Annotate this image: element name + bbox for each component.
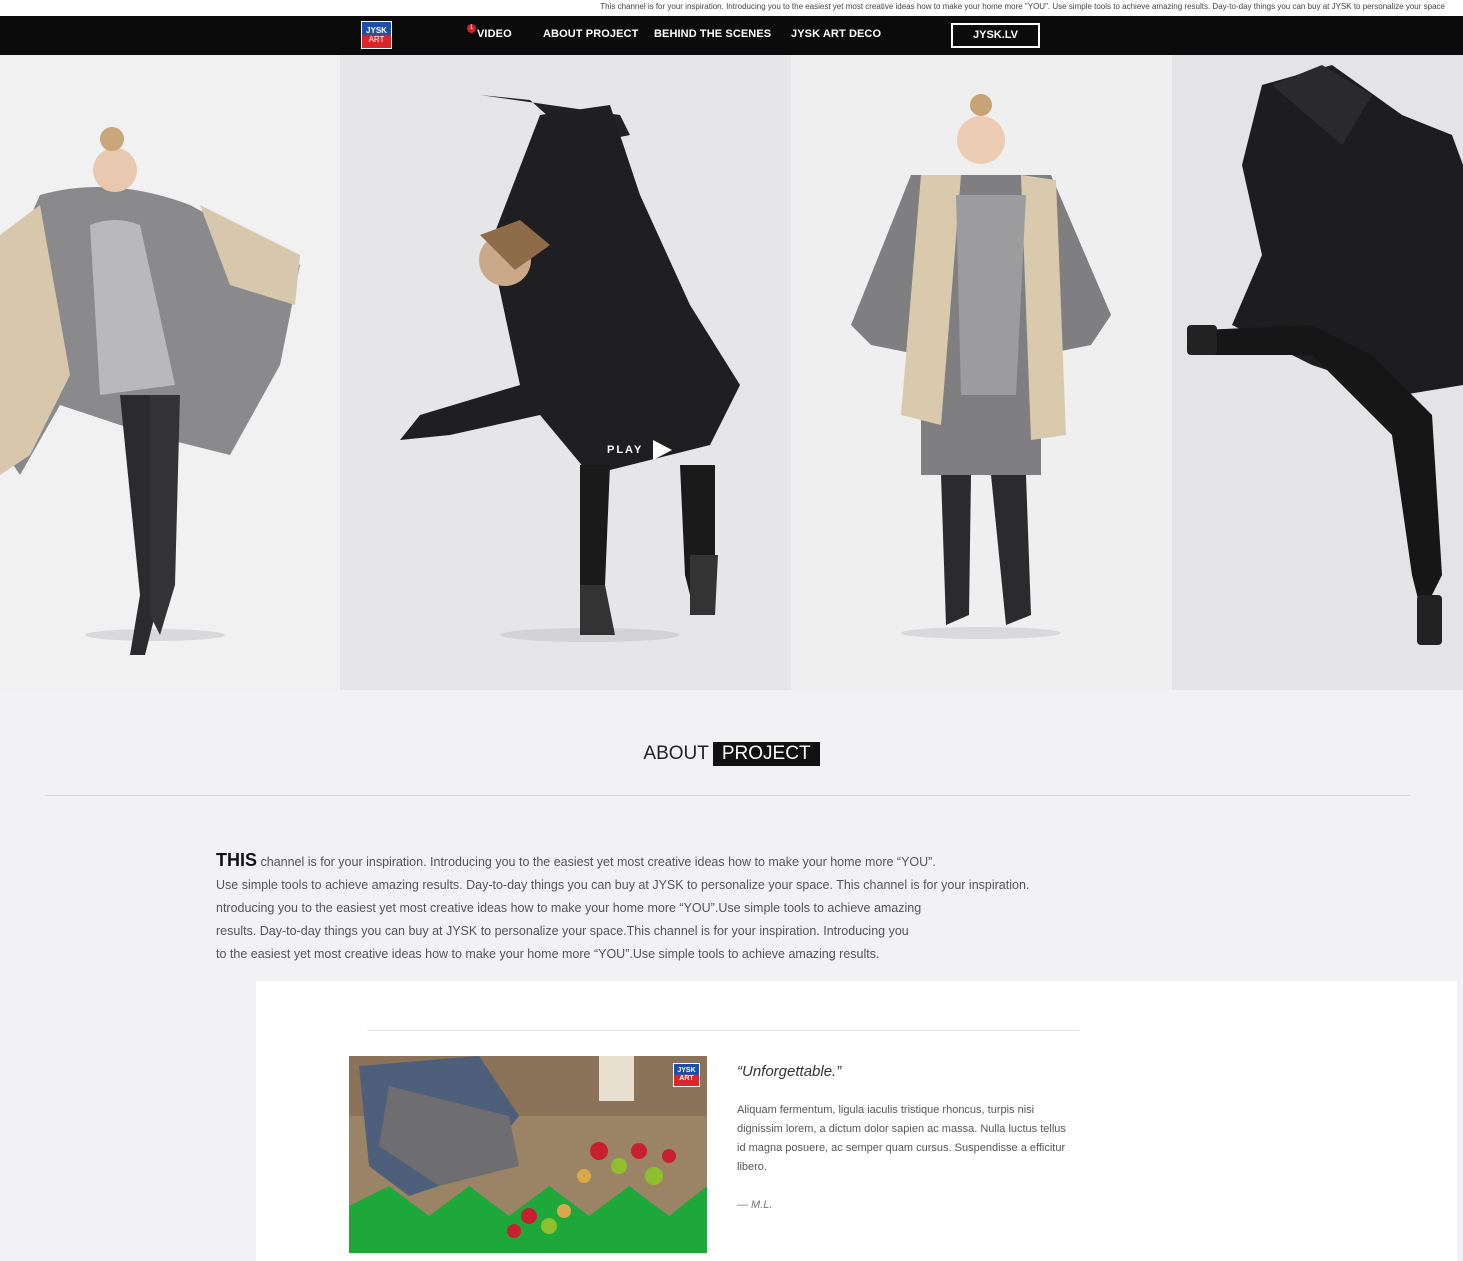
hero-panel-1 <box>0 55 340 690</box>
nav-about-project[interactable]: ABOUT PROJECT <box>543 28 638 40</box>
photo-jysk-art-logo: JYSK ART <box>673 1063 700 1087</box>
play-button[interactable]: PLAY <box>607 440 673 460</box>
section-divider <box>45 795 1410 796</box>
logo-line1: JYSK <box>366 26 387 35</box>
nav-jysk-art-deco[interactable]: JYSK ART DECO <box>791 28 881 40</box>
intro-line-5: to the easiest yet most creative ideas h… <box>216 947 880 961</box>
nav-video[interactable]: VIDEO <box>477 28 512 40</box>
about-heading-word2: PROJECT <box>712 742 820 766</box>
jysk-art-logo[interactable]: JYSK ART <box>361 21 392 49</box>
testimonial-divider <box>367 1030 1079 1031</box>
quote-body: Aliquam fermentum, ligula iaculis tristi… <box>737 1104 1066 1173</box>
quote-title: “Unforgettable.” <box>737 1063 842 1080</box>
top-announcement-bar: This channel is for your inspiration. In… <box>0 0 1463 16</box>
quote-author: — M.L. <box>737 1199 773 1211</box>
intro-line-4: results. Day-to-day things you can buy a… <box>216 924 909 938</box>
main-navbar: JYSK ART 1 VIDEO ABOUT PROJECT BEHIND TH… <box>0 16 1463 55</box>
hero-panel-4 <box>1172 55 1463 690</box>
intro-paragraph: THIS channel is for your inspiration. In… <box>216 849 1056 966</box>
intro-line-3: ntroducing you to the easiest yet most c… <box>216 901 922 915</box>
announcement-text: This channel is for your inspiration. In… <box>600 2 1445 11</box>
intro-line-2: Use simple tools to achieve amazing resu… <box>216 878 1030 892</box>
decorating-scene-image <box>349 1056 707 1253</box>
play-icon <box>653 440 673 460</box>
model-figure-3 <box>851 94 1111 639</box>
about-project-heading: ABOUT PROJECT <box>0 742 1463 766</box>
jysk-lv-button[interactable]: JYSK.LV <box>951 23 1040 48</box>
play-label: PLAY <box>607 444 644 456</box>
intro-line-1: channel is for your inspiration. Introdu… <box>257 855 936 869</box>
hero-panel-2 <box>340 55 791 690</box>
about-heading-word1: ABOUT <box>643 743 709 764</box>
photo-logo-line2: ART <box>679 1075 694 1082</box>
testimonial-photo: JYSK ART <box>349 1056 707 1253</box>
testimonial-card: JYSK ART “Unforgettable.” Aliquam fermen… <box>256 981 1457 1261</box>
intro-lead-word: THIS <box>216 850 258 870</box>
nav-behind-the-scenes[interactable]: BEHIND THE SCENES <box>654 28 771 40</box>
hero-panel-3 <box>791 55 1172 690</box>
notification-badge: 1 <box>467 24 476 33</box>
hero-video[interactable]: PLAY <box>0 55 1463 690</box>
model-figure-4 <box>1187 65 1463 645</box>
logo-line2: ART <box>368 35 385 44</box>
photo-logo-line1: JYSK <box>677 1067 696 1074</box>
model-figure-1 <box>0 127 300 655</box>
model-figure-2 <box>400 95 740 642</box>
